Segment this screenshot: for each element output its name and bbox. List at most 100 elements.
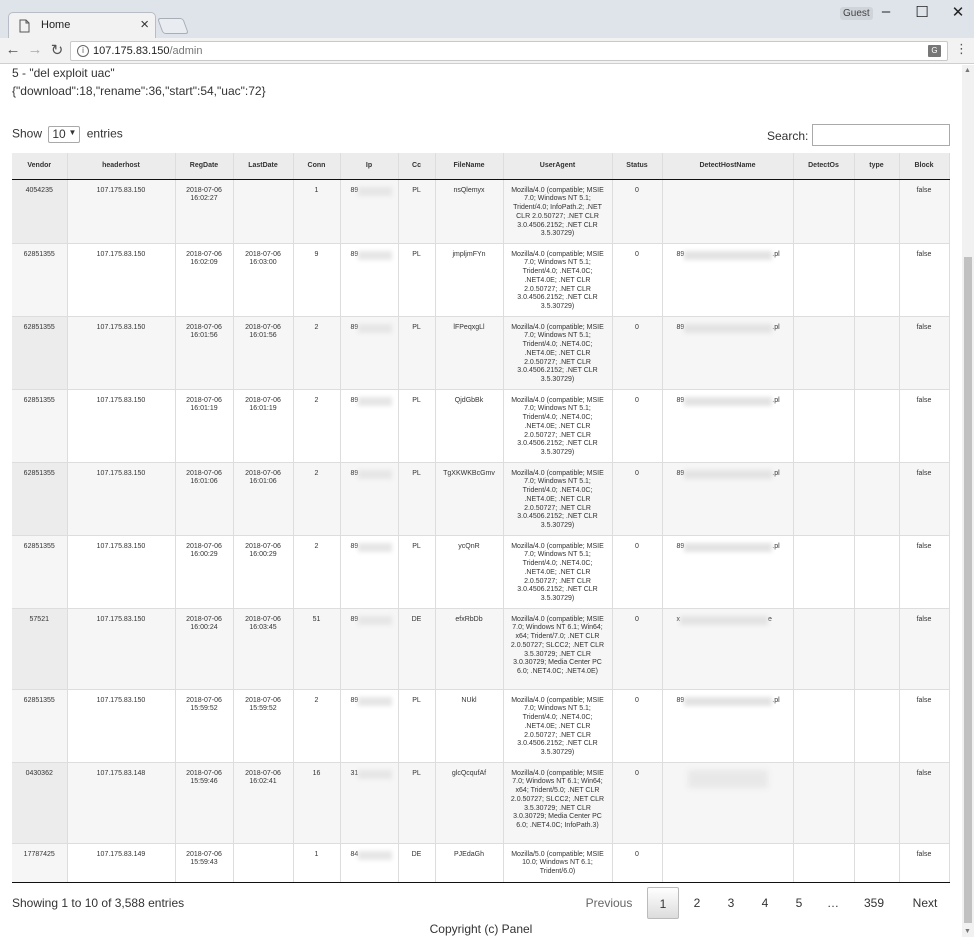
guest-profile-badge[interactable]: Guest bbox=[840, 7, 873, 20]
cell-ip: 89 bbox=[340, 316, 399, 390]
cell-useragent: Mozilla/4.0 (compatible; MSIE 7.0; Windo… bbox=[503, 762, 613, 844]
table-row[interactable]: 0430362 107.175.83.148 2018-07-06 15:59:46… bbox=[12, 762, 950, 844]
next-page-button[interactable]: Next bbox=[906, 887, 944, 919]
column-header-detectos[interactable]: DetectOs bbox=[793, 153, 855, 180]
cell-cc: PL bbox=[398, 689, 436, 763]
cell-status: 0 bbox=[612, 243, 663, 317]
cell-conn: 51 bbox=[293, 608, 341, 690]
entries-select-value: 10 bbox=[52, 127, 66, 141]
cell-useragent: Mozilla/4.0 (compatible; MSIE 7.0; Windo… bbox=[503, 316, 613, 390]
cell-useragent: Mozilla/4.0 (compatible; MSIE 7.0; Windo… bbox=[503, 243, 613, 317]
tab-close-icon[interactable]: × bbox=[140, 17, 149, 33]
cell-vendor: 62851355 bbox=[12, 462, 68, 536]
column-header-filename[interactable]: FileName bbox=[435, 153, 504, 180]
cell-conn: 9 bbox=[293, 243, 341, 317]
column-header-ip[interactable]: Ip bbox=[340, 153, 399, 180]
cell-vendor: 0430362 bbox=[12, 762, 68, 844]
cell-status: 0 bbox=[612, 689, 663, 763]
page-button-1[interactable]: 1 bbox=[647, 887, 679, 919]
cell-filename: nsQlemyx bbox=[435, 179, 504, 244]
new-tab-button[interactable] bbox=[157, 18, 189, 34]
redacted-hostname bbox=[684, 250, 773, 260]
column-header-conn[interactable]: Conn bbox=[293, 153, 341, 180]
page-button-5[interactable]: 5 bbox=[789, 887, 809, 919]
cell-ip: 89 bbox=[340, 389, 399, 463]
cell-lastdate: 2018-07-06 16:03:45 bbox=[233, 608, 294, 690]
forward-arrow-icon[interactable]: → bbox=[26, 41, 44, 58]
cell-cc: PL bbox=[398, 243, 436, 317]
table-row[interactable]: 57521 107.175.83.150 2018-07-06 16:00:24 20… bbox=[12, 608, 950, 690]
page-scrollbar[interactable]: ▲ ▼ bbox=[962, 65, 974, 937]
column-header-vendor[interactable]: Vendor bbox=[12, 153, 68, 180]
cell-regdate: 2018-07-06 16:01:56 bbox=[175, 316, 234, 390]
scroll-up-arrow-icon[interactable]: ▲ bbox=[964, 67, 971, 74]
column-header-useragent[interactable]: UserAgent bbox=[503, 153, 613, 180]
page-button-2[interactable]: 2 bbox=[687, 887, 707, 919]
hostname-prefix: 89 bbox=[676, 542, 685, 550]
cell-regdate: 2018-07-06 16:01:06 bbox=[175, 462, 234, 536]
column-header-cc[interactable]: Cc bbox=[398, 153, 436, 180]
table-row[interactable]: 62851355 107.175.83.150 2018-07-06 16:00:2… bbox=[12, 535, 950, 609]
table-row[interactable]: 17787425 107.175.83.149 2018-07-06 15:59:4… bbox=[12, 843, 950, 883]
column-header-status[interactable]: Status bbox=[612, 153, 663, 180]
hostname-prefix: 89 bbox=[676, 469, 685, 477]
cell-lastdate bbox=[233, 179, 294, 244]
copyright-text: Copyright (c) Panel bbox=[429, 922, 533, 936]
close-window-icon[interactable]: ✕ bbox=[948, 3, 968, 21]
cell-vendor: 17787425 bbox=[12, 843, 68, 883]
cell-headerhost: 107.175.83.150 bbox=[67, 389, 176, 463]
cell-headerhost: 107.175.83.150 bbox=[67, 462, 176, 536]
translate-icon[interactable]: G bbox=[928, 45, 941, 57]
cell-regdate: 2018-07-06 15:59:43 bbox=[175, 843, 234, 883]
cell-status: 0 bbox=[612, 608, 663, 690]
ip-prefix: 89 bbox=[350, 469, 359, 477]
column-header-type[interactable]: type bbox=[854, 153, 900, 180]
column-header-lastdate[interactable]: LastDate bbox=[233, 153, 294, 180]
cell-detectos bbox=[793, 689, 855, 763]
browser-menu-icon[interactable]: ⋮ bbox=[955, 41, 968, 57]
cell-ip: 89 bbox=[340, 179, 399, 244]
column-header-block[interactable]: Block bbox=[899, 153, 950, 180]
cell-detecthostname: 89 .pl bbox=[662, 389, 794, 463]
redacted-ip bbox=[358, 615, 393, 625]
scroll-down-arrow-icon[interactable]: ▼ bbox=[964, 928, 971, 935]
cell-detectos bbox=[793, 462, 855, 536]
cell-block: false bbox=[899, 316, 950, 390]
address-bar[interactable]: i 107.175.83.150/admin G bbox=[70, 41, 948, 61]
minimize-icon[interactable]: – bbox=[876, 3, 896, 20]
entries-select[interactable]: 10 ▼ bbox=[48, 126, 81, 143]
cell-conn: 2 bbox=[293, 535, 341, 609]
cell-block: false bbox=[899, 389, 950, 463]
cell-block: false bbox=[899, 243, 950, 317]
column-header-regdate[interactable]: RegDate bbox=[175, 153, 234, 180]
page-button-3[interactable]: 3 bbox=[721, 887, 741, 919]
search-input[interactable] bbox=[812, 124, 950, 146]
cell-type bbox=[854, 243, 900, 317]
reload-icon[interactable]: ↻ bbox=[48, 41, 66, 59]
table-row[interactable]: 62851355 107.175.83.150 2018-07-06 16:01:1… bbox=[12, 389, 950, 463]
tab-title: Home bbox=[41, 19, 71, 31]
cell-detecthostname: 89 .pl bbox=[662, 689, 794, 763]
site-info-icon[interactable]: i bbox=[77, 45, 89, 57]
cell-lastdate: 2018-07-06 15:59:52 bbox=[233, 689, 294, 763]
page-button-359[interactable]: 359 bbox=[859, 887, 889, 919]
back-arrow-icon[interactable]: ← bbox=[4, 41, 22, 58]
cell-vendor: 62851355 bbox=[12, 535, 68, 609]
table-row[interactable]: 4054235 107.175.83.150 2018-07-06 16:02:27… bbox=[12, 179, 950, 244]
previous-page-button[interactable]: Previous bbox=[584, 887, 634, 919]
column-header-detecthostname[interactable]: DetectHostName bbox=[662, 153, 794, 180]
cell-lastdate: 2018-07-06 16:01:06 bbox=[233, 462, 294, 536]
maximize-icon[interactable]: ☐ bbox=[912, 3, 932, 21]
table-row[interactable]: 62851355 107.175.83.150 2018-07-06 16:01:0… bbox=[12, 462, 950, 536]
redacted-ip bbox=[358, 186, 393, 196]
table-row[interactable]: 62851355 107.175.83.150 2018-07-06 16:02:0… bbox=[12, 243, 950, 317]
table-row[interactable]: 62851355 107.175.83.150 2018-07-06 15:59:5… bbox=[12, 689, 950, 763]
redacted-ip bbox=[358, 250, 393, 260]
browser-tab-home[interactable]: Home × bbox=[8, 12, 156, 39]
table-row[interactable]: 62851355 107.175.83.150 2018-07-06 16:01:5… bbox=[12, 316, 950, 390]
page-button-4[interactable]: 4 bbox=[755, 887, 775, 919]
cell-status: 0 bbox=[612, 462, 663, 536]
scrollbar-thumb[interactable] bbox=[964, 257, 972, 923]
cell-regdate: 2018-07-06 16:02:09 bbox=[175, 243, 234, 317]
column-header-headerhost[interactable]: headerhost bbox=[67, 153, 176, 180]
